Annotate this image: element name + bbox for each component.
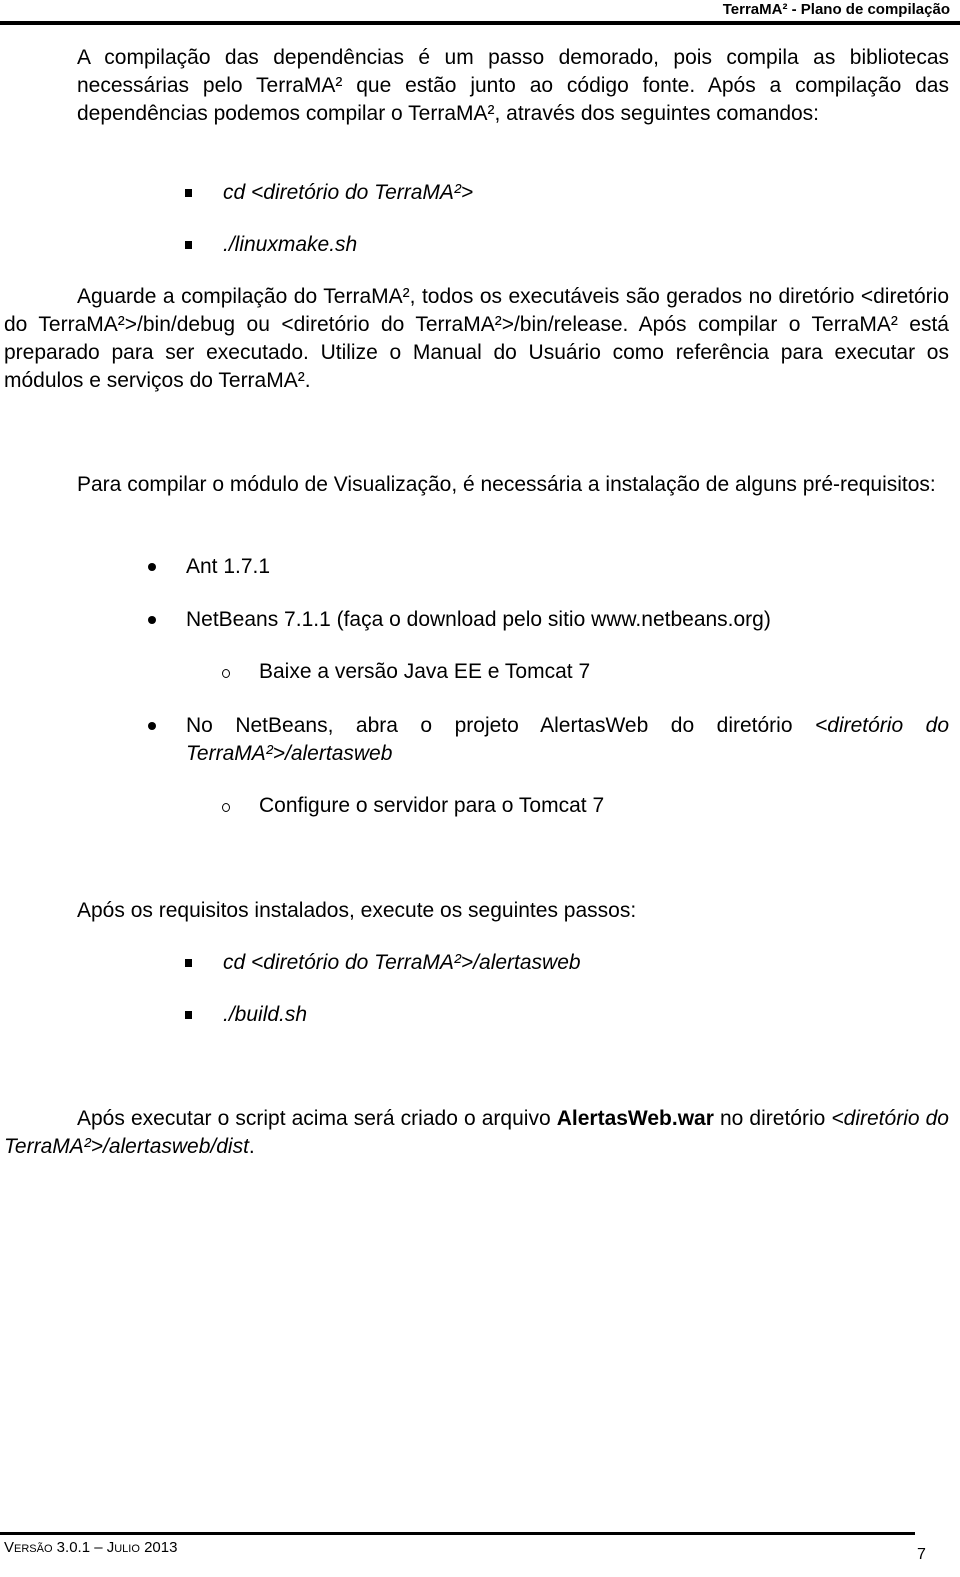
command-cd-terrama: cd <diretório do TerraMA²> <box>223 181 474 204</box>
document-header-title: TerraMA² - Plano de compilação <box>722 1 950 18</box>
square-bullet-icon <box>185 189 192 197</box>
bullet-dot-icon <box>148 722 156 730</box>
final-paragraph: Após executar o script acima será criado… <box>4 1105 949 1161</box>
command-linuxmake: ./linuxmake.sh <box>223 233 358 256</box>
visualization-paragraph: Para compilar o módulo de Visualização, … <box>77 473 936 496</box>
page-number: 7 <box>917 1546 926 1563</box>
square-bullet-icon <box>185 1011 192 1019</box>
prerequisite-open-project: No NetBeans, abra o projeto AlertasWeb d… <box>186 712 949 768</box>
circle-bullet-icon <box>222 803 230 812</box>
prerequisite-netbeans: NetBeans 7.1.1 (faça o download pelo sit… <box>186 608 771 631</box>
final-text-part2: no diretório <box>713 1107 832 1130</box>
intro-paragraph: A compilação das dependências é um passo… <box>77 46 949 125</box>
wait-paragraph: Aguarde a compilação do TerraMA², todos … <box>4 285 949 392</box>
final-text-part1: Após executar o script acima será criado… <box>77 1107 557 1130</box>
command-cd-alertasweb: cd <diretório do TerraMA²>/alertasweb <box>223 951 581 974</box>
sub-item-configure-tomcat: Configure o servidor para o Tomcat 7 <box>259 794 605 817</box>
final-period: . <box>248 1135 255 1158</box>
steps-paragraph: Após os requisitos instalados, execute o… <box>77 899 637 922</box>
header-rule <box>0 21 960 25</box>
bullet-dot-icon <box>148 563 156 571</box>
command-build: ./build.sh <box>223 1003 308 1026</box>
square-bullet-icon <box>185 241 192 249</box>
footer-version: Versão 3.0.1 – Julio 2013 <box>4 1539 178 1556</box>
sub-item-java-ee: Baixe a versão Java EE e Tomcat 7 <box>259 660 591 683</box>
open-project-text: No NetBeans, abra o projeto AlertasWeb d… <box>186 714 816 737</box>
war-filename: AlertasWeb.war <box>556 1107 714 1130</box>
square-bullet-icon <box>185 959 192 967</box>
circle-bullet-icon <box>222 669 230 678</box>
bullet-dot-icon <box>148 616 156 624</box>
prerequisite-ant: Ant 1.7.1 <box>186 555 271 578</box>
footer-rule <box>0 1532 915 1535</box>
